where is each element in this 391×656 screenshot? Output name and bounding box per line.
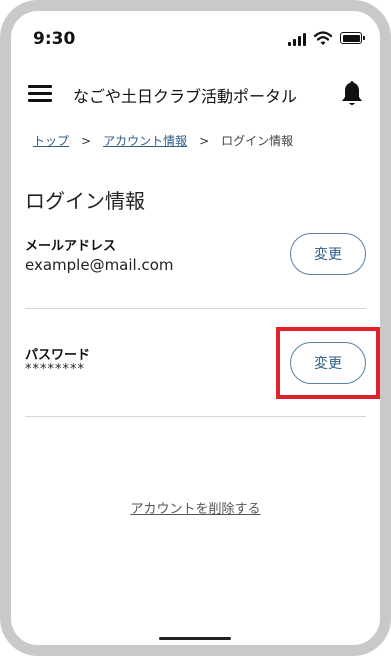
delete-account-link[interactable]: アカウントを削除する xyxy=(11,498,380,517)
status-icons xyxy=(274,31,365,46)
phone-frame: 9:30 なごや土日クラブ活動ポータル トップ > アカウント情報 > ログイン… xyxy=(0,0,391,656)
password-value: ******** xyxy=(25,362,85,377)
breadcrumb-link-account-info[interactable]: アカウント情報 xyxy=(103,134,187,148)
breadcrumb-separator: > xyxy=(81,134,92,148)
app-header: なごや土日クラブ活動ポータル xyxy=(11,69,380,109)
bell-icon[interactable] xyxy=(340,79,364,109)
wifi-icon xyxy=(314,31,332,45)
page-title: ログイン情報 xyxy=(25,189,145,213)
divider xyxy=(25,308,366,309)
breadcrumb-current: ログイン情報 xyxy=(221,134,294,148)
signal-icon xyxy=(288,33,308,46)
highlight-box xyxy=(276,327,380,399)
email-label: メールアドレス xyxy=(25,239,117,254)
breadcrumb: トップ > アカウント情報 > ログイン情報 xyxy=(33,132,293,149)
home-indicator xyxy=(159,637,231,640)
password-label: パスワード xyxy=(25,348,91,363)
email-value: example@mail.com xyxy=(25,256,174,274)
app-title: なごや土日クラブ活動ポータル xyxy=(73,87,298,106)
battery-icon xyxy=(340,32,365,44)
status-time: 9:30 xyxy=(33,29,76,49)
breadcrumb-link-top[interactable]: トップ xyxy=(33,134,69,148)
divider xyxy=(25,416,366,417)
menu-icon[interactable] xyxy=(28,85,52,103)
breadcrumb-separator: > xyxy=(199,134,210,148)
status-bar: 9:30 xyxy=(11,29,380,53)
change-email-button[interactable]: 変更 xyxy=(290,233,366,275)
